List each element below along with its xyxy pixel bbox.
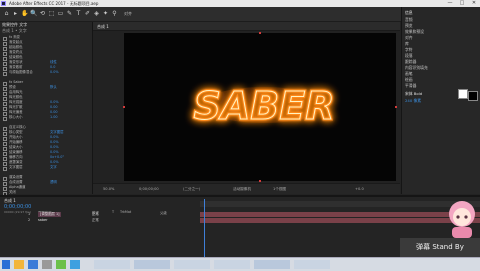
pen-tool-icon[interactable]: ✎ [66, 10, 73, 17]
composition-footer: 50.0% 0;00;00;00 (二分之一) 活动摄像机 1个视图 +0.0 [93, 183, 400, 194]
layer-name[interactable]: [调整图层 1] [38, 212, 62, 217]
minimize-button[interactable]: — [444, 0, 456, 7]
type-tool-icon[interactable]: T [75, 10, 82, 17]
snap-label[interactable]: 对齐 [124, 11, 132, 17]
layer-mode[interactable]: 正常 [92, 212, 99, 217]
camera-dropdown[interactable]: 活动摄像机 [233, 187, 251, 192]
selection-tool-icon[interactable]: ▸ [12, 10, 19, 17]
roto-tool-icon[interactable]: ✦ [102, 10, 109, 17]
timeline-ruler[interactable] [200, 201, 480, 207]
right-side-panel: 信息 音频 预览 效果和预设 对齐库字符 段落 跟踪器 内容识别填充 画笔 绘画 平滑器 宋体 B… [401, 7, 480, 194]
composition-tab[interactable]: 合成 1 [97, 24, 109, 30]
zoom-tool-icon[interactable]: 🔍 [30, 10, 37, 17]
taskbar-window-button[interactable] [294, 260, 330, 269]
layer-index: 2 [28, 218, 31, 222]
playhead[interactable] [204, 199, 205, 257]
saber-core-text: SABER [194, 84, 335, 128]
layer-name[interactable]: saber [38, 218, 47, 223]
rotate-tool-icon[interactable]: ⟲ [39, 10, 46, 17]
layer-duration-bar[interactable] [200, 218, 480, 223]
layer-handle[interactable] [259, 180, 261, 182]
taskbar-app-icon[interactable] [28, 260, 38, 269]
shape-tool-icon[interactable]: ▭ [57, 10, 64, 17]
mascot-illustration [445, 198, 479, 238]
layer-handle[interactable] [123, 106, 125, 108]
font-family-field[interactable]: 宋体 Bold [405, 91, 422, 97]
saber-text-render: SABER SABER [192, 83, 336, 130]
layer-handle[interactable] [259, 32, 261, 34]
taskbar-app-icon[interactable] [42, 260, 52, 269]
brush-tool-icon[interactable]: ✐ [84, 10, 91, 17]
effect-controls-panel: 效果控件 文字 合成 1 • 文字 fx 渐变 渐变起点 起始颜色 渐变终点 结束颜色渐… [0, 22, 93, 196]
taskbar-window-button[interactable] [174, 260, 210, 269]
fill-color-swatch[interactable] [458, 89, 468, 99]
taskbar-window-button[interactable] [94, 260, 130, 269]
taskbar-window-button[interactable] [214, 260, 250, 269]
taskbar-app-icon[interactable] [56, 260, 66, 269]
resolution-dropdown[interactable]: (二分之一) [183, 187, 200, 192]
font-size-field[interactable]: 240 像素 [405, 98, 421, 104]
windows-taskbar [0, 257, 480, 271]
current-timecode[interactable]: 0;00;00;00 [139, 187, 159, 191]
layer-mode[interactable]: 正常 [92, 218, 99, 223]
exposure-value[interactable]: +0.0 [355, 187, 364, 191]
close-button[interactable]: ✕ [468, 0, 480, 7]
layer-row-1[interactable]: 1 [调整图层 1] 正常 [0, 212, 200, 217]
effect-controls-header: 合成 1 • 文字 [2, 28, 27, 33]
maximize-button[interactable]: □ [456, 0, 468, 7]
zoom-dropdown[interactable]: 50.0% [103, 187, 114, 191]
taskbar-window-button[interactable] [254, 260, 290, 269]
hand-tool-icon[interactable]: ✋ [21, 10, 28, 17]
clone-tool-icon[interactable]: ◈ [93, 10, 100, 17]
puppet-tool-icon[interactable]: ⚲ [111, 10, 118, 17]
composition-canvas[interactable]: SABER SABER [123, 32, 397, 182]
layer-row-2[interactable]: 2 saber 正常 [0, 218, 200, 223]
view-layout-dropdown[interactable]: 1个视图 [273, 187, 286, 192]
home-tool-icon[interactable]: ⌂ [3, 10, 10, 17]
after-effects-app-icon [1, 1, 6, 6]
taskbar-app-icon[interactable] [14, 260, 24, 269]
composition-tab-bar: 合成 1 [93, 22, 400, 31]
camera-tool-icon[interactable]: ⬚ [48, 10, 55, 17]
stream-standby-banner: 弹幕 Stand By [400, 238, 480, 257]
info-panel-header[interactable]: 信息 [405, 10, 413, 16]
stroke-color-swatch[interactable] [468, 91, 478, 101]
taskbar-app-icon[interactable] [70, 260, 80, 269]
title-bar: Adobe After Effects CC 2017 - 无标题项目.aep … [0, 0, 480, 7]
layer-index: 1 [28, 212, 31, 216]
start-button[interactable] [2, 260, 10, 269]
layer-handle[interactable] [395, 106, 397, 108]
layer-duration-bar[interactable] [200, 212, 480, 217]
panel-list-item[interactable]: 平滑器 [405, 83, 416, 89]
taskbar-window-button[interactable] [134, 260, 170, 269]
